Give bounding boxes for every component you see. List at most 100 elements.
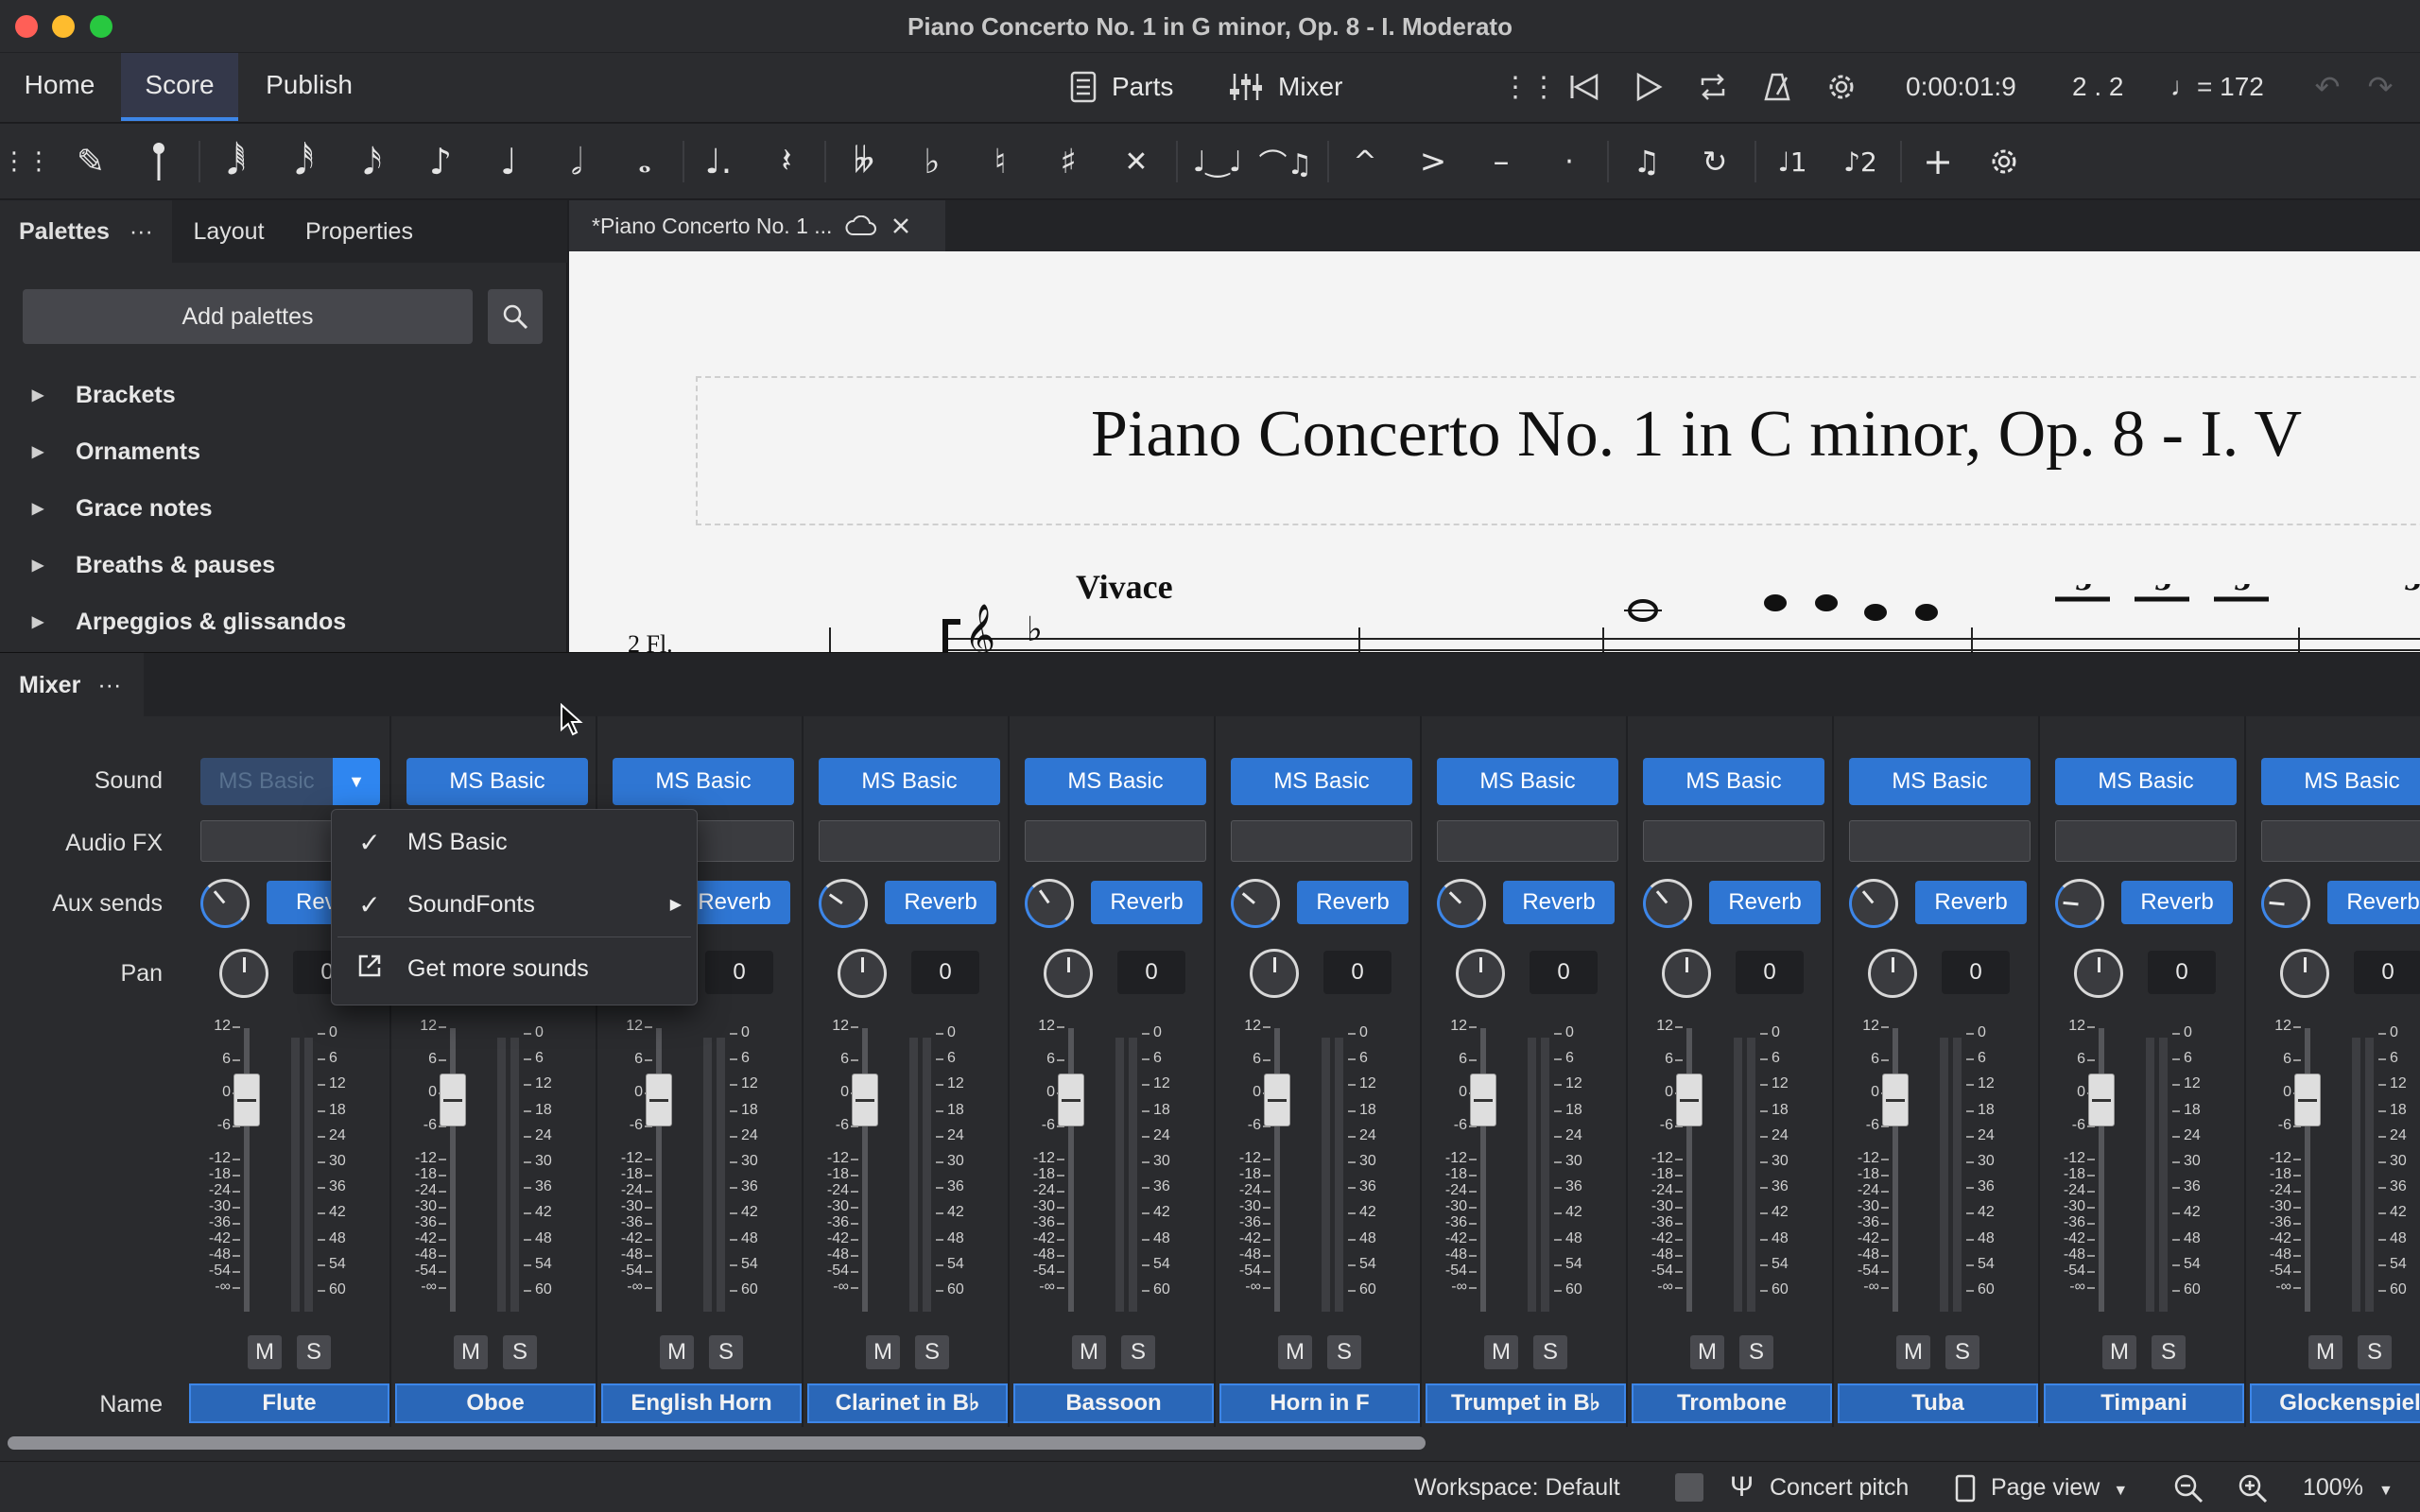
slur-icon[interactable]: ⌒♫ — [1259, 139, 1313, 184]
half-note-icon[interactable]: 𝅗𝅥 — [554, 139, 599, 184]
pan-knob[interactable] — [838, 949, 887, 998]
quarter-note-duration-icon[interactable]: ♩ — [486, 139, 531, 184]
rewind-button[interactable] — [1564, 66, 1605, 108]
channel-name[interactable]: English Horn — [601, 1383, 802, 1423]
tenuto-icon[interactable]: – — [1478, 139, 1524, 184]
mute-button[interactable]: M — [866, 1335, 900, 1369]
note-input-mode-icon[interactable] — [136, 139, 182, 184]
add-palettes-button[interactable]: Add palettes — [23, 289, 473, 344]
marcato-icon[interactable]: ^ — [1342, 139, 1388, 184]
double-flat-icon[interactable]: 𝄫 — [841, 139, 887, 184]
sound-selector-button[interactable]: MS Basic — [613, 758, 794, 805]
mute-button[interactable]: M — [1896, 1335, 1930, 1369]
pan-value[interactable]: 0 — [1942, 951, 2010, 994]
sound-selector-button[interactable]: MS Basic — [2055, 758, 2237, 805]
accent-icon[interactable]: > — [1410, 139, 1456, 184]
palette-item-breaths-pauses[interactable]: ▶ Breaths & pauses — [0, 539, 567, 592]
audio-fx-slot[interactable] — [2261, 820, 2420, 862]
concert-pitch-checkbox[interactable] — [1675, 1473, 1703, 1502]
audio-fx-slot[interactable] — [1643, 820, 1824, 862]
mute-button[interactable]: M — [1690, 1335, 1724, 1369]
zoom-level-selector[interactable]: 100% ▼ — [2303, 1462, 2394, 1512]
concert-pitch-label[interactable]: Concert pitch — [1770, 1462, 1909, 1512]
score-canvas[interactable]: Piano Concerto No. 1 in C minor, Op. 8 -… — [569, 251, 2420, 652]
solo-button[interactable]: S — [915, 1335, 949, 1369]
mixer-more-icon[interactable]: ··· — [97, 672, 121, 699]
sharp-icon[interactable]: ♯ — [1046, 139, 1091, 184]
aux-reverb-button[interactable]: Reverb — [1091, 881, 1202, 924]
drag-handle-icon[interactable]: ⋮⋮ — [1501, 66, 1558, 108]
solo-button[interactable]: S — [503, 1335, 537, 1369]
pan-value[interactable]: 0 — [1117, 951, 1185, 994]
mute-button[interactable]: M — [1072, 1335, 1106, 1369]
audio-fx-slot[interactable] — [1231, 820, 1412, 862]
channel-name[interactable]: Flute — [189, 1383, 389, 1423]
sound-selector-button[interactable]: MS Basic — [819, 758, 1000, 805]
aux-reverb-button[interactable]: Reverb — [1915, 881, 2027, 924]
32nd-note-icon[interactable]: 𝅘𝅥𝅰 — [282, 139, 327, 184]
tab-score[interactable]: Score — [121, 53, 238, 121]
menu-item-soundfonts[interactable]: ✓ SoundFonts ▶ — [332, 874, 697, 935]
sound-dropdown-arrow-icon[interactable]: ▼ — [333, 758, 380, 805]
64th-note-icon[interactable]: 𝅘𝅥𝅱 — [214, 139, 259, 184]
pan-value[interactable]: 0 — [1530, 951, 1598, 994]
voice-2-icon[interactable]: ♪2 — [1838, 139, 1883, 184]
score-title[interactable]: Piano Concerto No. 1 in C minor, Op. 8 -… — [1091, 397, 2302, 472]
mute-button[interactable]: M — [2308, 1335, 2342, 1369]
sound-selector-button[interactable]: MS Basic — [1643, 758, 1824, 805]
pan-knob[interactable] — [1662, 949, 1711, 998]
palette-item-ornaments[interactable]: ▶ Ornaments — [0, 425, 567, 478]
sound-selector-button[interactable]: MS Basic — [1025, 758, 1206, 805]
solo-button[interactable]: S — [1739, 1335, 1773, 1369]
aux-reverb-button[interactable]: Reverb — [885, 881, 996, 924]
mute-button[interactable]: M — [1484, 1335, 1518, 1369]
play-button[interactable] — [1628, 66, 1669, 108]
channel-name[interactable]: Clarinet in B♭ — [807, 1383, 1008, 1423]
redo-button[interactable]: ↷ — [2360, 66, 2401, 108]
tie-icon[interactable]: ♩‿♩ — [1193, 139, 1242, 184]
sound-selector-button[interactable]: MS Basic — [1437, 758, 1618, 805]
sound-selector-button[interactable]: MS Basic — [1849, 758, 2031, 805]
channel-name[interactable]: Glockenspiel — [2250, 1383, 2420, 1423]
volume-fader-handle[interactable] — [233, 1074, 260, 1126]
menu-item-get-more-sounds[interactable]: Get more sounds — [332, 938, 697, 999]
pan-knob[interactable] — [2074, 949, 2123, 998]
mute-button[interactable]: M — [454, 1335, 488, 1369]
aux-reverb-button[interactable]: Reverb — [1709, 881, 1821, 924]
mute-button[interactable]: M — [2102, 1335, 2136, 1369]
voice-1-icon[interactable]: ♩1 — [1770, 139, 1815, 184]
solo-button[interactable]: S — [1327, 1335, 1361, 1369]
channel-name[interactable]: Bassoon — [1013, 1383, 1214, 1423]
aux-reverb-button[interactable]: Reverb — [2327, 881, 2420, 924]
double-sharp-icon[interactable]: ✕ — [1114, 139, 1159, 184]
solo-button[interactable]: S — [1533, 1335, 1567, 1369]
pan-knob[interactable] — [1868, 949, 1917, 998]
pan-value[interactable]: 0 — [911, 951, 979, 994]
tab-publish[interactable]: Publish — [242, 53, 376, 121]
16th-note-icon[interactable]: 𝅘𝅥𝅯 — [350, 139, 395, 184]
audio-fx-slot[interactable] — [2055, 820, 2237, 862]
pan-value[interactable]: 0 — [1736, 951, 1804, 994]
pan-knob[interactable] — [1456, 949, 1505, 998]
staccato-icon[interactable]: · — [1547, 139, 1592, 184]
solo-button[interactable]: S — [1121, 1335, 1155, 1369]
parts-button[interactable]: Parts — [1070, 53, 1173, 121]
tab-layout[interactable]: Layout — [176, 200, 282, 263]
volume-fader-handle[interactable] — [1058, 1074, 1084, 1126]
pan-value[interactable]: 0 — [705, 951, 773, 994]
aux-send-knob[interactable] — [1231, 879, 1280, 928]
playback-settings-button[interactable] — [1821, 66, 1862, 108]
tab-home[interactable]: Home — [0, 53, 119, 121]
palette-item-arpeggios-glissandos[interactable]: ▶ Arpeggios & glissandos — [0, 595, 567, 648]
volume-fader-handle[interactable] — [1264, 1074, 1290, 1126]
aux-send-knob[interactable] — [1025, 879, 1074, 928]
augmentation-dot-icon[interactable]: ♩. — [696, 139, 741, 184]
sound-selector-button[interactable]: MS Basic — [1231, 758, 1412, 805]
aux-send-knob[interactable] — [1437, 879, 1486, 928]
whole-note-icon[interactable]: 𝅝 — [622, 139, 667, 184]
score-tab[interactable]: *Piano Concerto No. 1 ... — [569, 200, 945, 251]
solo-button[interactable]: S — [2152, 1335, 2186, 1369]
mute-button[interactable]: M — [248, 1335, 282, 1369]
volume-fader-handle[interactable] — [1882, 1074, 1909, 1126]
palette-item-brackets[interactable]: ▶ Brackets — [0, 369, 567, 421]
